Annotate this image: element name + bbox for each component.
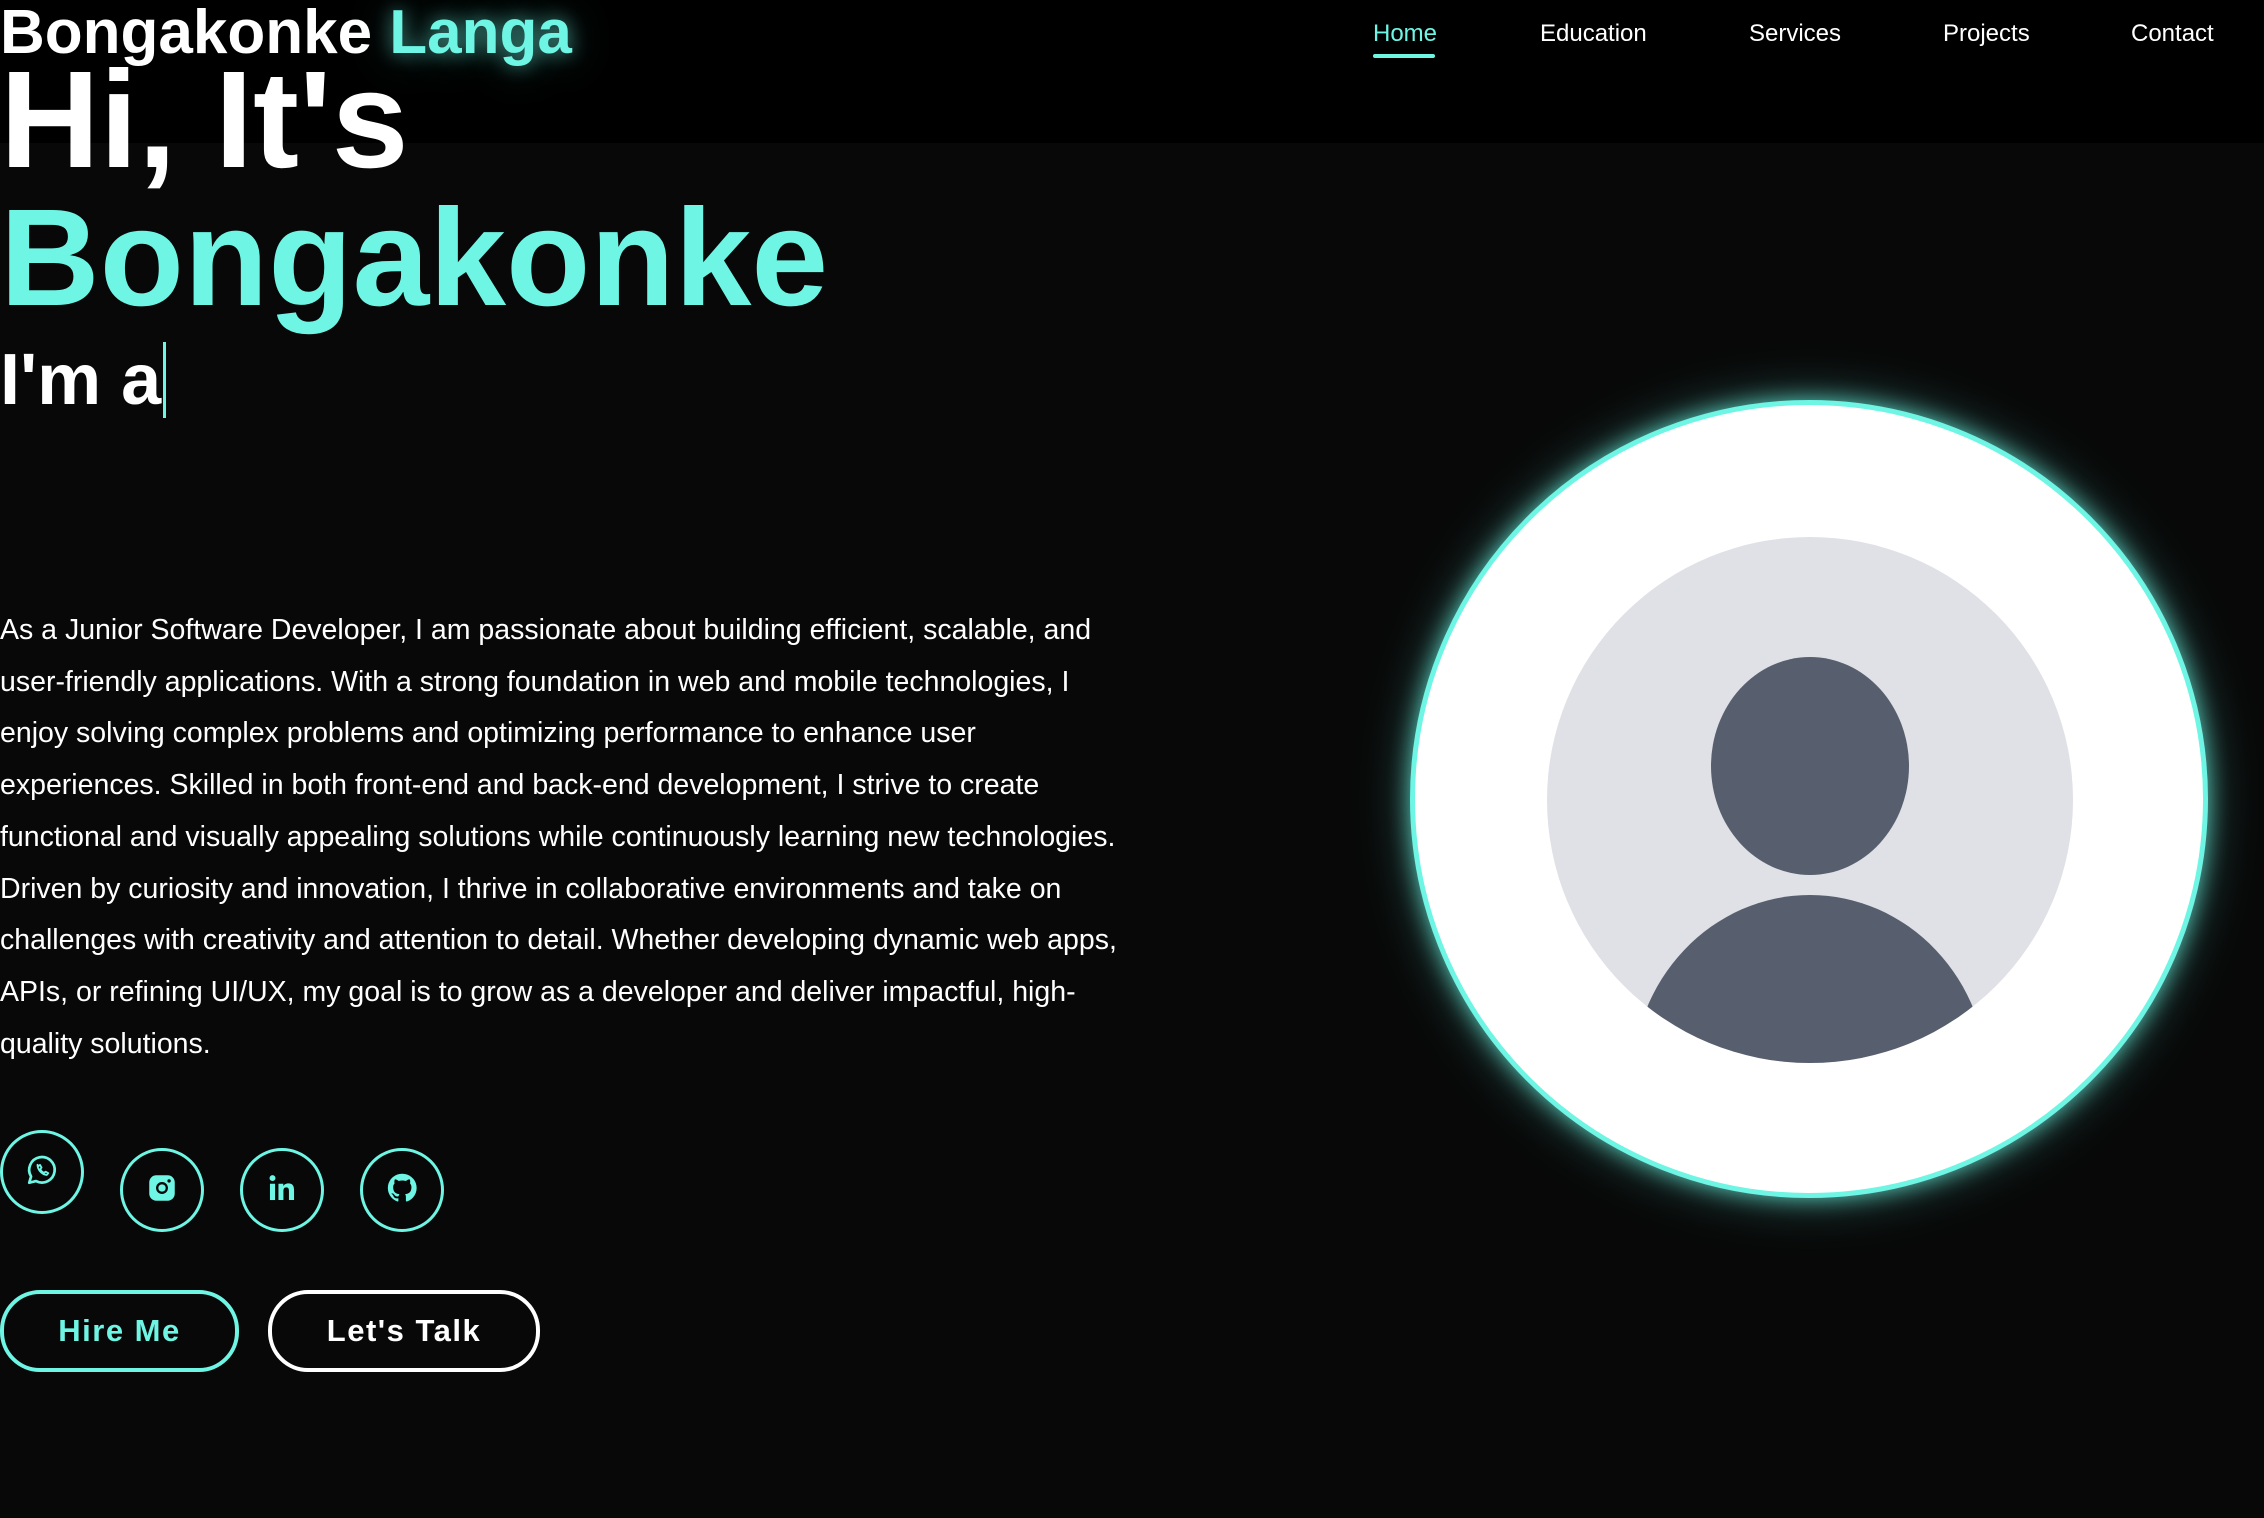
hire-me-button[interactable]: Hire Me bbox=[0, 1290, 239, 1372]
typing-cursor bbox=[163, 342, 167, 418]
whatsapp-link[interactable] bbox=[0, 1130, 84, 1214]
hero-role-prefix: I'm a bbox=[0, 340, 162, 420]
whatsapp-icon bbox=[24, 1152, 60, 1193]
nav-services[interactable]: Services bbox=[1749, 20, 1841, 48]
instagram-link[interactable] bbox=[120, 1148, 204, 1232]
nav-projects[interactable]: Projects bbox=[1943, 20, 2030, 48]
nav-contact[interactable]: Contact bbox=[2131, 20, 2214, 48]
github-link[interactable] bbox=[360, 1148, 444, 1232]
linkedin-icon bbox=[265, 1171, 299, 1210]
hero-greeting: Hi, It's bbox=[0, 43, 409, 197]
instagram-icon bbox=[145, 1171, 179, 1210]
nav-active-underline bbox=[1373, 54, 1435, 58]
hero-role: I'm a bbox=[0, 340, 167, 420]
profile-avatar bbox=[1410, 400, 2208, 1198]
logo-last-name: Langa bbox=[389, 0, 572, 67]
linkedin-link[interactable] bbox=[240, 1148, 324, 1232]
hero-name: Bongakonke bbox=[0, 181, 829, 335]
lets-talk-button[interactable]: Let's Talk bbox=[268, 1290, 540, 1372]
hero-bio: As a Junior Software Developer, I am pas… bbox=[0, 614, 1117, 1060]
nav-education[interactable]: Education bbox=[1540, 20, 1647, 48]
github-icon bbox=[384, 1170, 420, 1211]
default-user-avatar-icon bbox=[1547, 537, 2073, 1063]
nav-home[interactable]: Home bbox=[1373, 20, 1437, 48]
